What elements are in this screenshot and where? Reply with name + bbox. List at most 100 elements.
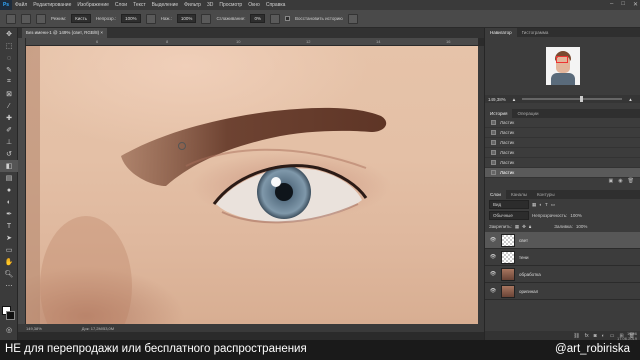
new-document-from-state-icon[interactable]: ▣	[609, 178, 614, 186]
eraser-tool-icon[interactable]: ◧	[0, 160, 18, 172]
new-group-icon[interactable]: ▭	[610, 333, 615, 339]
hand-tool-icon[interactable]: ✋	[0, 256, 18, 268]
status-zoom[interactable]: 149,38%	[26, 326, 42, 331]
history-brush-tool-icon[interactable]: ↺	[0, 148, 18, 160]
tab-close-icon[interactable]: ×	[100, 30, 103, 35]
menu-view[interactable]: Просмотр	[216, 2, 245, 8]
menu-window[interactable]: Окно	[245, 2, 263, 8]
history-item[interactable]: Ластик	[485, 148, 640, 158]
menu-layers[interactable]: Слои	[112, 2, 130, 8]
history-item[interactable]: Ластик	[485, 158, 640, 168]
brush-tool-icon[interactable]: ✐	[0, 124, 18, 136]
blend-mode-select[interactable]: Обычные	[489, 211, 529, 220]
snapshot-icon[interactable]: ◉	[618, 178, 622, 186]
layer-row[interactable]: 👁︎ оригинал	[485, 283, 640, 300]
layer-opacity-value[interactable]: 100%	[570, 213, 582, 218]
menu-select[interactable]: Выделение	[149, 2, 182, 8]
crop-tool-icon[interactable]: ⌗	[0, 76, 18, 88]
lasso-tool-icon[interactable]: ◌	[0, 52, 18, 64]
type-tool-icon[interactable]: T	[0, 220, 18, 232]
visibility-eye-icon[interactable]: 👁︎	[489, 254, 497, 260]
shape-tool-icon[interactable]: ▭	[0, 244, 18, 256]
navigator-preview[interactable]	[485, 37, 640, 95]
smoothing-input[interactable]: 0%	[250, 14, 265, 23]
restore-history-checkbox[interactable]	[285, 16, 290, 21]
menu-edit[interactable]: Редактирование	[30, 2, 74, 8]
menu-image[interactable]: Изображение	[74, 2, 112, 8]
lock-all-icon[interactable]: 🔒︎	[529, 224, 531, 229]
add-mask-icon[interactable]: ◙	[594, 333, 597, 339]
history-item[interactable]: Ластик	[485, 128, 640, 138]
background-color-swatch[interactable]	[6, 311, 15, 320]
zoom-in-icon[interactable]: ▲	[628, 97, 632, 102]
lock-position-icon[interactable]: ✥	[522, 224, 526, 230]
layer-style-icon[interactable]: fx	[585, 333, 589, 339]
dodge-tool-icon[interactable]: ◐	[0, 196, 18, 208]
tab-layers[interactable]: Слои	[485, 190, 506, 199]
filter-type-icon[interactable]: T	[545, 202, 548, 207]
menu-filter[interactable]: Фильтр	[181, 2, 204, 8]
filter-pixel-icon[interactable]: ▦	[532, 202, 536, 208]
visibility-eye-icon[interactable]: 👁︎	[489, 288, 497, 294]
fill-value[interactable]: 100%	[576, 224, 588, 229]
pressure-opacity-icon[interactable]	[145, 13, 156, 24]
layer-kind-filter[interactable]: Вид	[489, 200, 529, 209]
visibility-eye-icon[interactable]: 👁︎	[489, 237, 497, 243]
menu-3d[interactable]: 3D	[204, 2, 216, 8]
tab-paths[interactable]: Контуры	[532, 190, 560, 199]
history-item-current[interactable]: Ластик	[485, 168, 640, 178]
layer-row[interactable]: 👁︎ тени	[485, 249, 640, 266]
lock-pixels-icon[interactable]: ▦	[515, 224, 519, 230]
blur-tool-icon[interactable]: ●	[0, 184, 18, 196]
move-tool-icon[interactable]: ✥	[0, 28, 18, 40]
path-select-tool-icon[interactable]: ➤	[0, 232, 18, 244]
tab-actions[interactable]: Операции	[512, 109, 543, 118]
mode-select[interactable]: Кисть	[71, 14, 91, 23]
tab-history[interactable]: История	[485, 109, 513, 118]
document-tab[interactable]: Без имени-1 @ 149% (свет, RGB/8) ×	[22, 28, 108, 38]
history-item[interactable]: Ластик	[485, 118, 640, 128]
marquee-tool-icon[interactable]: ⬚	[0, 40, 18, 52]
eyedropper-tool-icon[interactable]: ⁄	[0, 100, 18, 112]
filter-shape-icon[interactable]: ▭	[551, 202, 555, 208]
pressure-size-icon[interactable]	[347, 13, 358, 24]
history-item[interactable]: Ластик	[485, 138, 640, 148]
layer-row[interactable]: 👁︎ свет	[485, 232, 640, 249]
document-canvas[interactable]	[26, 46, 478, 324]
gradient-tool-icon[interactable]: ▤	[0, 172, 18, 184]
tab-histogram[interactable]: Гистограмма	[517, 28, 554, 37]
navigator-zoom-value[interactable]: 149,38%	[488, 97, 506, 102]
tab-channels[interactable]: Каналы	[506, 190, 532, 199]
quick-mask-icon[interactable]: ◎	[0, 324, 18, 336]
zoom-out-icon[interactable]: ▲	[512, 97, 516, 102]
frame-tool-icon[interactable]: ⊠	[0, 88, 18, 100]
airbrush-icon[interactable]	[201, 13, 212, 24]
tab-navigator[interactable]: Навигатор	[485, 28, 517, 37]
navigator-view-box[interactable]	[555, 56, 568, 63]
zoom-slider[interactable]	[522, 96, 623, 102]
minimize-icon[interactable]: –	[610, 1, 613, 8]
adjustment-layer-icon[interactable]: ◐	[602, 333, 605, 339]
healing-brush-tool-icon[interactable]: ✚	[0, 112, 18, 124]
delete-state-icon[interactable]: 🗑︎	[628, 178, 634, 186]
visibility-eye-icon[interactable]: 👁︎	[489, 271, 497, 277]
maximize-icon[interactable]: □	[621, 1, 625, 8]
link-layers-icon[interactable]: ⛓︎	[573, 333, 579, 339]
brush-settings-icon[interactable]	[36, 13, 46, 24]
menu-file[interactable]: Файл	[12, 2, 30, 8]
brush-preset-icon[interactable]	[21, 13, 31, 24]
edit-toolbar-icon[interactable]: ⋯	[0, 280, 18, 292]
opacity-input[interactable]: 100%	[121, 14, 141, 23]
quick-select-tool-icon[interactable]: ✎	[0, 64, 18, 76]
close-icon[interactable]: ✕	[633, 1, 638, 8]
menu-text[interactable]: Текст	[130, 2, 149, 8]
layer-row[interactable]: 👁︎ обработка	[485, 266, 640, 283]
zoom-tool-icon[interactable]: 🔍︎	[0, 268, 18, 280]
filter-adjust-icon[interactable]: ◐	[539, 202, 542, 207]
pen-tool-icon[interactable]: ✒	[0, 208, 18, 220]
pressure-input[interactable]: 100%	[176, 14, 197, 23]
eraser-tool-preset-icon[interactable]	[6, 13, 16, 24]
menu-help[interactable]: Справка	[263, 2, 289, 8]
clone-stamp-tool-icon[interactable]: ⊥	[0, 136, 18, 148]
smoothing-options-icon[interactable]	[270, 13, 280, 24]
